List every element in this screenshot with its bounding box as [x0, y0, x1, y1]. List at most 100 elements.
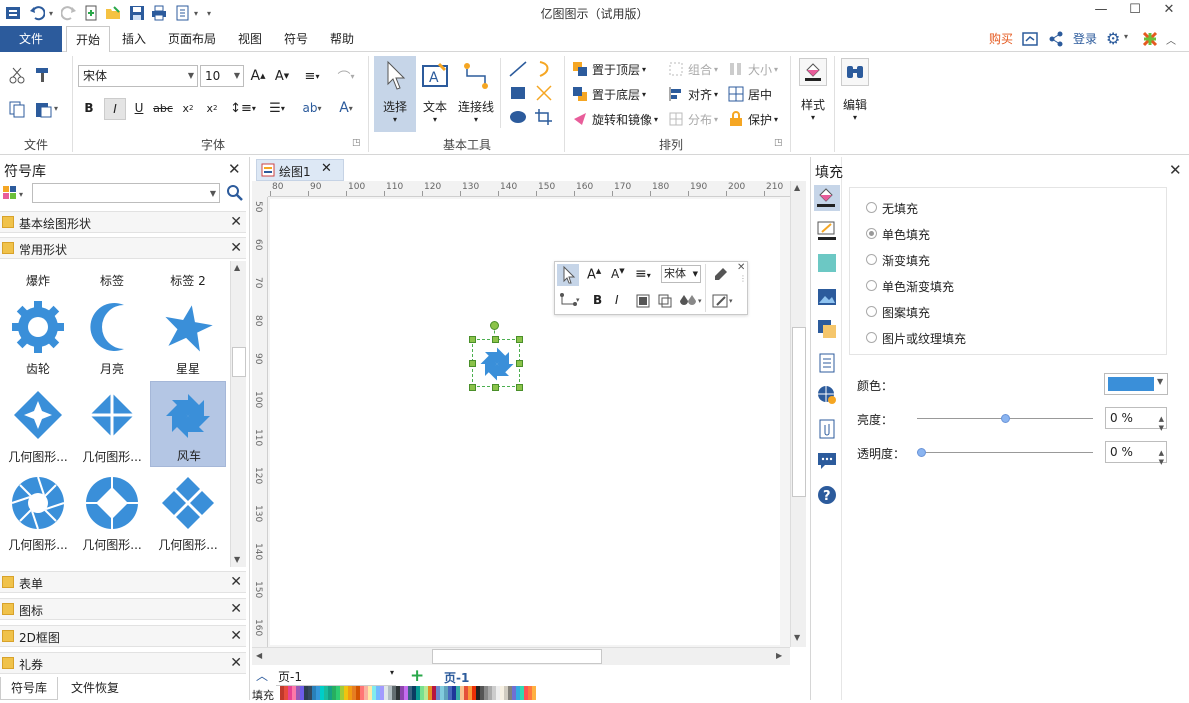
fill-panel-icon[interactable]: [814, 185, 840, 211]
library-scrollbar[interactable]: ▲ ▼: [230, 261, 246, 567]
crop-tool-icon[interactable]: [534, 108, 554, 126]
arrange-dialog-launcher-icon[interactable]: ◳: [774, 138, 783, 148]
text-tool-button[interactable]: A 文本 ▾: [418, 56, 452, 132]
collapse-ribbon-icon[interactable]: ︿: [1166, 32, 1180, 47]
bring-to-front-button[interactable]: 置于顶层 ▾: [572, 60, 646, 78]
radio-solid-fill[interactable]: [866, 228, 877, 239]
text-color-icon[interactable]: A ▾: [332, 98, 360, 118]
settings-gear-icon[interactable]: ⚙: [1106, 30, 1124, 48]
float-shrink-font-icon[interactable]: A▼: [611, 267, 625, 281]
resize-handle-e[interactable]: [516, 360, 523, 367]
shape-tag-2[interactable]: 标签 2: [150, 261, 226, 291]
close-category-icon[interactable]: ✕: [230, 628, 242, 644]
float-color-fill-icon[interactable]: ▾: [679, 293, 703, 312]
tab-symbol[interactable]: 符号: [276, 26, 316, 52]
tab-page-layout[interactable]: 页面布局: [160, 26, 224, 52]
category-icons[interactable]: 图标 ✕: [0, 598, 246, 620]
radio-gradient-fill[interactable]: [866, 254, 877, 265]
font-name-combo[interactable]: 宋体 ▼: [78, 65, 198, 87]
library-scroll-thumb[interactable]: [232, 347, 246, 377]
style-button[interactable]: 样式 ▾: [796, 58, 830, 138]
category-common-shapes[interactable]: 常用形状 ✕: [0, 237, 246, 259]
paste-dropdown-icon[interactable]: ▾: [54, 104, 58, 113]
italic-button[interactable]: I: [104, 98, 126, 120]
tab-home[interactable]: 开始: [66, 26, 110, 53]
protect-button[interactable]: 保护 ▾: [728, 110, 778, 128]
document-tab[interactable]: 绘图1 ✕: [256, 159, 344, 181]
arc-tool-icon[interactable]: [534, 60, 554, 78]
radio-no-fill[interactable]: [866, 202, 877, 213]
resize-handle-se[interactable]: [516, 384, 523, 391]
shape-star[interactable]: 星星: [150, 293, 226, 379]
float-align-icon[interactable]: ≡▾: [635, 266, 651, 282]
brightness-spinner[interactable]: 0 % ▲ ▼: [1105, 407, 1167, 432]
close-category-icon[interactable]: ✕: [230, 574, 242, 590]
shape-explosion[interactable]: 爆炸: [0, 261, 76, 291]
resize-handle-w[interactable]: [469, 360, 476, 367]
maximize-button[interactable]: ☐: [1118, 0, 1152, 22]
strikethrough-button[interactable]: abc: [152, 98, 174, 118]
copy-icon[interactable]: [8, 100, 26, 118]
hyperlink-panel-icon[interactable]: [817, 385, 837, 405]
font-color-icon[interactable]: ab ▾: [296, 98, 328, 118]
library-search-input[interactable]: ▼: [32, 183, 220, 203]
tab-help[interactable]: 帮助: [322, 26, 362, 52]
selected-pinwheel-shape[interactable]: [472, 339, 520, 387]
scroll-right-icon[interactable]: ▶: [776, 651, 782, 660]
comment-panel-icon[interactable]: [817, 451, 837, 471]
category-2d-block[interactable]: 2D框图 ✕: [0, 625, 246, 647]
attachment-panel-icon[interactable]: [817, 419, 837, 439]
rectangle-tool-icon[interactable]: [508, 84, 528, 102]
ellipse-tool-icon[interactable]: [508, 108, 528, 126]
decrease-font-icon[interactable]: A ▼: [272, 66, 292, 86]
line-spacing-icon[interactable]: ↕≡ ▾: [228, 98, 258, 118]
underline-button[interactable]: U: [130, 98, 148, 118]
resize-handle-ne[interactable]: [516, 336, 523, 343]
center-button[interactable]: 居中: [728, 85, 772, 103]
superscript-button[interactable]: x2: [202, 98, 222, 118]
category-basic-shapes[interactable]: 基本绘图形状 ✕: [0, 211, 246, 233]
scroll-up-icon[interactable]: ▲: [794, 183, 800, 192]
color-swatch-bar[interactable]: [280, 686, 536, 700]
select-tool-button[interactable]: 选择 ▾: [374, 56, 416, 132]
vertical-scroll-thumb[interactable]: [792, 327, 806, 497]
close-fill-panel-button[interactable]: ✕: [1169, 161, 1182, 179]
spin-down-icon[interactable]: ▼: [1159, 418, 1164, 438]
rotation-handle[interactable]: [490, 321, 499, 330]
add-page-icon[interactable]: +: [410, 666, 424, 686]
library-menu-icon[interactable]: ▾: [2, 183, 30, 203]
image-panel-icon[interactable]: [817, 287, 837, 307]
shape-geometry-circle[interactable]: 几何图形...: [74, 469, 150, 555]
shape-geometry-aperture[interactable]: 几何图形...: [0, 469, 76, 555]
page-tab-1[interactable]: 页-1: [444, 669, 469, 686]
shape-tag[interactable]: 标签: [74, 261, 150, 291]
page-select[interactable]: 页-1 ▾: [276, 668, 396, 686]
bullet-list-icon[interactable]: ☰ ▾: [262, 98, 292, 118]
line-panel-icon[interactable]: [817, 221, 837, 241]
shape-gear[interactable]: 齿轮: [0, 293, 76, 379]
bold-button[interactable]: B: [80, 98, 98, 118]
send-to-back-button[interactable]: 置于底层 ▾: [572, 85, 646, 103]
connector-tool-button[interactable]: 连接线 ▾: [456, 56, 496, 132]
search-icon[interactable]: [226, 184, 244, 202]
scroll-down-icon[interactable]: ▼: [234, 555, 240, 564]
float-close-icon[interactable]: ✕: [737, 262, 745, 273]
size-button[interactable]: 大小 ▾: [728, 60, 778, 78]
float-connector-icon[interactable]: ▾: [559, 292, 581, 313]
float-select-icon[interactable]: [557, 264, 579, 286]
float-format-painter-icon[interactable]: [711, 266, 729, 287]
close-category-icon[interactable]: ✕: [230, 601, 242, 617]
radio-picture-texture-fill[interactable]: [866, 332, 877, 343]
minimize-button[interactable]: —: [1084, 0, 1118, 22]
close-window-button[interactable]: ✕: [1152, 0, 1186, 22]
paragraph-align-icon[interactable]: ≡ ▾: [298, 66, 326, 86]
crosshair-tool-icon[interactable]: [534, 84, 554, 102]
tab-view[interactable]: 视图: [230, 26, 270, 52]
shape-moon[interactable]: 月亮: [74, 293, 150, 379]
transparency-slider-thumb[interactable]: [917, 448, 926, 457]
category-forms[interactable]: 表单 ✕: [0, 571, 246, 593]
shape-pinwheel-selected[interactable]: 风车: [150, 381, 226, 467]
radio-pattern-fill[interactable]: [866, 306, 877, 317]
scroll-left-icon[interactable]: ◀: [256, 651, 262, 660]
category-coupons[interactable]: 礼券 ✕: [0, 652, 246, 674]
